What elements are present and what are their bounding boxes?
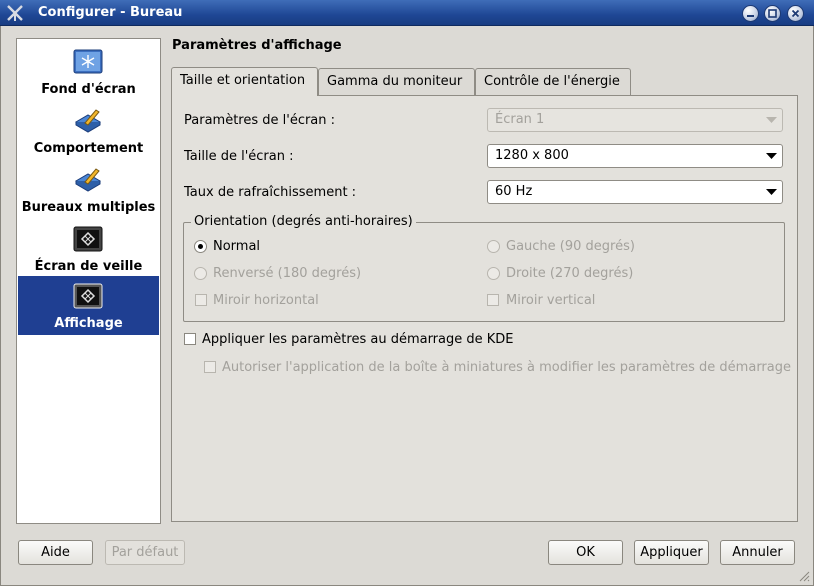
sidebar-item-label: Affichage: [54, 316, 123, 331]
wallpaper-icon: [73, 49, 103, 74]
sidebar-item-display[interactable]: Affichage: [18, 276, 159, 335]
display-icon: [73, 283, 103, 309]
apply-button[interactable]: Appliquer: [634, 540, 709, 565]
maximize-icon: [768, 9, 777, 18]
maximize-button[interactable]: [764, 5, 781, 22]
chevron-down-icon: [760, 145, 782, 167]
chevron-down-icon: [760, 181, 782, 203]
radio-normal-label: Normal: [213, 239, 261, 254]
radio-inverted[interactable]: [194, 267, 207, 280]
screen-size-select[interactable]: 1280 x 800: [487, 144, 783, 168]
screen-select[interactable]: Écran 1: [487, 108, 783, 132]
sidebar-item-screensaver[interactable]: Écran de veille: [18, 220, 159, 278]
tab-power-control[interactable]: Contrôle de l'énergie: [475, 68, 631, 95]
cancel-button[interactable]: Annuler: [720, 540, 795, 565]
mirror-horizontal-label: Miroir horizontal: [213, 293, 319, 308]
sidebar: Fond d'écran Comportement Bureaux multip…: [16, 38, 161, 524]
multiple-desktops-icon: [75, 168, 101, 192]
screen-select-value: Écran 1: [495, 112, 545, 127]
radio-left[interactable]: [487, 240, 500, 253]
ok-button[interactable]: OK: [548, 540, 623, 565]
refresh-rate-label: Taux de rafraîchissement :: [184, 185, 357, 200]
chevron-down-icon: [760, 109, 782, 131]
tab-gamma[interactable]: Gamma du moniteur: [318, 68, 475, 95]
apply-startup-checkbox[interactable]: [184, 333, 196, 345]
radio-left-label: Gauche (90 degrés): [506, 239, 635, 254]
orientation-group-title: Orientation (degrés anti-horaires): [191, 214, 416, 230]
sidebar-item-label: Bureaux multiples: [21, 200, 156, 215]
radio-right-label: Droite (270 degrés): [506, 266, 634, 281]
page-title: Paramètres d'affichage: [172, 38, 342, 53]
screen-settings-label: Paramètres de l'écran :: [184, 113, 336, 128]
minimize-icon: [747, 15, 754, 17]
sidebar-item-wallpaper[interactable]: Fond d'écran: [18, 43, 159, 101]
mirror-horizontal-checkbox[interactable]: [195, 294, 207, 306]
screen-size-value: 1280 x 800: [495, 148, 569, 163]
minimize-button[interactable]: [742, 5, 759, 22]
sidebar-item-label: Comportement: [33, 141, 144, 156]
tab-label: Contrôle de l'énergie: [484, 74, 620, 89]
title-bar[interactable]: Configurer - Bureau: [0, 0, 814, 26]
sidebar-item-label: Fond d'écran: [41, 82, 136, 97]
sidebar-item-behavior[interactable]: Comportement: [18, 102, 159, 160]
close-icon: [791, 9, 800, 18]
screensaver-icon: [73, 226, 103, 252]
refresh-rate-select[interactable]: 60 Hz: [487, 180, 783, 204]
sidebar-item-multiple-desktops[interactable]: Bureaux multiples: [18, 161, 159, 219]
radio-inverted-label: Renversé (180 degrés): [213, 266, 362, 281]
screen-size-label: Taille de l'écran :: [184, 149, 294, 164]
resize-grip-icon[interactable]: [798, 570, 810, 582]
tab-label: Taille et orientation: [180, 73, 306, 88]
behavior-icon: [75, 109, 101, 133]
kde-app-icon[interactable]: [6, 4, 24, 22]
allow-tray-label: Autoriser l'application de la boîte à mi…: [222, 360, 791, 375]
radio-right[interactable]: [487, 267, 500, 280]
allow-tray-checkbox[interactable]: [204, 361, 216, 373]
tab-size-orientation[interactable]: Taille et orientation: [171, 67, 318, 96]
window-title: Configurer - Bureau: [38, 5, 183, 20]
sidebar-item-label: Écran de veille: [34, 259, 143, 274]
apply-startup-label: Appliquer les paramètres au démarrage de…: [202, 332, 514, 347]
defaults-button[interactable]: Par défaut: [105, 540, 185, 565]
mirror-vertical-label: Miroir vertical: [506, 293, 596, 308]
radio-normal[interactable]: [194, 240, 207, 253]
tab-label: Gamma du moniteur: [327, 74, 463, 89]
close-button[interactable]: [787, 5, 804, 22]
refresh-rate-value: 60 Hz: [495, 184, 533, 199]
help-button[interactable]: Aide: [18, 540, 93, 565]
mirror-vertical-checkbox[interactable]: [487, 294, 499, 306]
